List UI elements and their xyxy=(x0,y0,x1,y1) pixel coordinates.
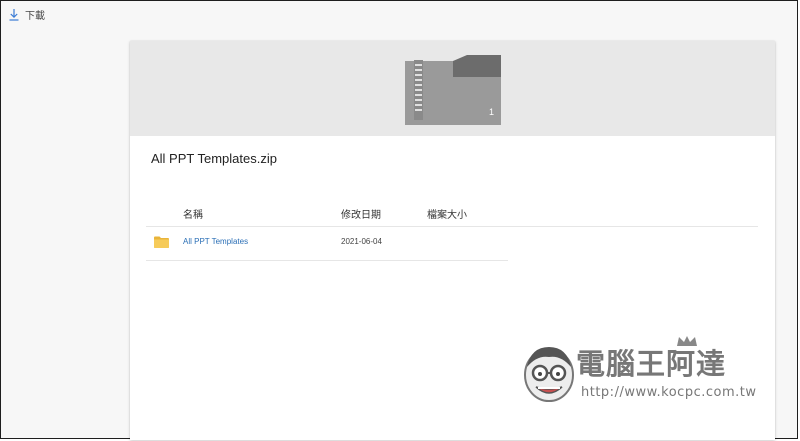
watermark-title: 電腦王阿達 xyxy=(576,347,727,381)
download-icon xyxy=(9,8,19,21)
crown-icon xyxy=(677,336,697,346)
folder-icon xyxy=(154,236,169,248)
zip-item-count: 1 xyxy=(489,107,494,117)
column-header-modified[interactable]: 修改日期 xyxy=(341,206,381,221)
table-row-divider xyxy=(146,260,508,261)
watermark: 電腦王阿達 http://www.kocpc.com.tw xyxy=(521,336,761,407)
download-label: 下載 xyxy=(25,11,45,22)
watermark-url: http://www.kocpc.com.tw xyxy=(581,385,757,400)
archive-thumbnail-area: 1 xyxy=(130,41,775,136)
mascot-face-icon xyxy=(524,347,574,402)
zip-file-icon: 1 xyxy=(405,55,501,125)
download-action[interactable]: 下載 xyxy=(9,7,45,22)
column-header-size[interactable]: 檔案大小 xyxy=(427,206,467,221)
table-header-divider xyxy=(146,226,758,227)
window-frame: 下載 1 All PPT Templates.zip 名稱 修改日期 檔案大小 … xyxy=(0,0,798,440)
archive-file-name: All PPT Templates.zip xyxy=(151,151,277,166)
folder-link[interactable]: All PPT Templates xyxy=(183,237,248,246)
modified-date: 2021-06-04 xyxy=(341,237,382,246)
column-header-name[interactable]: 名稱 xyxy=(183,206,203,221)
